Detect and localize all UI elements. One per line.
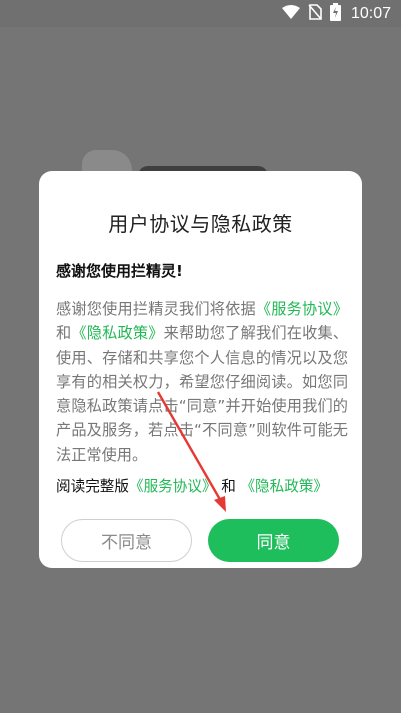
full-service-agreement-link[interactable]: 《服务协议》	[129, 478, 217, 495]
full-version-prefix: 阅读完整版	[56, 478, 129, 495]
no-sim-icon	[308, 3, 322, 24]
body-and: 和	[56, 324, 72, 343]
wifi-icon	[281, 4, 300, 23]
greeting-text: 感谢您使用拦精灵!	[56, 262, 183, 280]
status-icons: 10:07	[281, 0, 391, 27]
full-privacy-policy-link[interactable]: 《隐私政策》	[240, 478, 328, 495]
privacy-dialog: 用户协议与隐私政策 感谢您使用拦精灵! 感谢您使用拦精灵我们将依据《服务协议》和…	[39, 171, 362, 568]
full-version-and: 和	[221, 478, 236, 495]
battery-charging-icon	[329, 2, 341, 25]
dialog-body: 感谢您使用拦精灵我们将依据《服务协议》和《隐私政策》来帮助您了解我们在收集、使用…	[56, 297, 348, 467]
disagree-button[interactable]: 不同意	[61, 519, 192, 562]
privacy-policy-link[interactable]: 《隐私政策》	[71, 324, 163, 342]
status-bar: 10:07	[0, 0, 401, 27]
dialog-title: 用户协议与隐私政策	[108, 212, 293, 236]
body-text-part1: 感谢您使用拦精灵我们将依据	[56, 300, 256, 318]
full-version-line: 阅读完整版《服务协议》 和 《隐私政策》	[56, 475, 328, 496]
agree-button[interactable]: 同意	[208, 519, 339, 562]
status-time: 10:07	[350, 4, 391, 22]
service-agreement-link[interactable]: 《服务协议》	[256, 300, 348, 318]
body-text-part2: 来帮助您了解我们在收集、使用、存储和共享您个人信息的情况以及您享有的相关权力，希…	[56, 324, 349, 464]
